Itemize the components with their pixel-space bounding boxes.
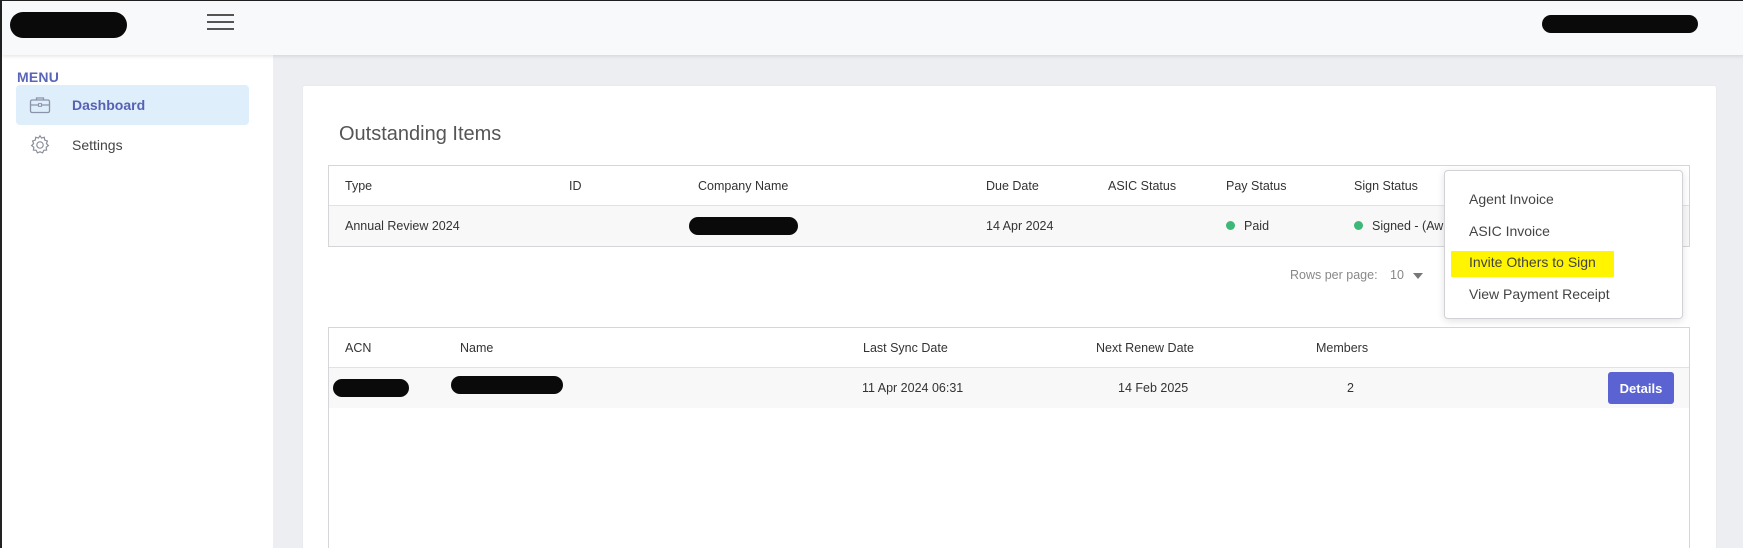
- column-header-company-name[interactable]: Company Name: [698, 179, 788, 193]
- rows-per-page-select[interactable]: 10: [1390, 268, 1404, 282]
- top-bar: [2, 1, 1743, 55]
- column-header-pay-status[interactable]: Pay Status: [1226, 179, 1286, 193]
- paid-status-dot: [1226, 221, 1235, 230]
- sidebar-item-label: Settings: [72, 137, 123, 153]
- row-actions-menu: Agent Invoice ASIC Invoice Invite Others…: [1444, 170, 1683, 319]
- menu-item-agent-invoice[interactable]: Agent Invoice: [1469, 191, 1554, 207]
- column-header-id[interactable]: ID: [569, 179, 582, 193]
- column-header-sign-status[interactable]: Sign Status: [1354, 179, 1418, 193]
- column-header-due-date[interactable]: Due Date: [986, 179, 1039, 193]
- details-button[interactable]: Details: [1608, 372, 1674, 404]
- column-header-acn[interactable]: ACN: [345, 341, 371, 355]
- cell-type: Annual Review 2024: [345, 219, 460, 233]
- sidebar-item-label: Dashboard: [72, 97, 146, 113]
- gear-icon: [28, 134, 52, 155]
- menu-item-asic-invoice[interactable]: ASIC Invoice: [1469, 223, 1550, 239]
- acn-redacted: [333, 379, 409, 397]
- table-header-row: ACN Name Last Sync Date Next Renew Date …: [329, 328, 1689, 368]
- app-window: MENU Dashboard Settings Outstanding Item…: [0, 0, 1743, 548]
- signed-status-dot: [1354, 221, 1363, 230]
- rows-per-page-label: Rows per page:: [1290, 268, 1378, 282]
- cell-next-renew-date: 14 Feb 2025: [1118, 381, 1189, 395]
- sign-status-text: Signed - (Awa: [1372, 219, 1451, 233]
- page-title: Outstanding Items: [339, 123, 502, 145]
- pay-status-text: Paid: [1244, 219, 1270, 233]
- cell-members: 2: [1347, 381, 1354, 395]
- column-header-asic-status[interactable]: ASIC Status: [1108, 179, 1176, 193]
- sidebar: MENU Dashboard Settings: [2, 55, 273, 548]
- menu-item-invite-others-to-sign[interactable]: Invite Others to Sign: [1469, 254, 1596, 270]
- name-redacted: [451, 376, 563, 394]
- hamburger-icon[interactable]: [207, 13, 234, 31]
- column-header-members[interactable]: Members: [1316, 341, 1368, 355]
- chevron-down-icon[interactable]: [1413, 273, 1423, 279]
- column-header-name[interactable]: Name: [460, 341, 493, 355]
- menu-item-view-payment-receipt[interactable]: View Payment Receipt: [1469, 286, 1610, 302]
- sidebar-item-settings[interactable]: Settings: [16, 125, 249, 165]
- cell-pay-status: Paid: [1226, 219, 1269, 233]
- menu-heading: MENU: [17, 69, 60, 85]
- cell-last-sync-date: 11 Apr 2024 06:31: [862, 381, 964, 395]
- cell-sign-status: Signed - (Awa: [1354, 219, 1450, 233]
- company-name-redacted: [689, 217, 798, 235]
- logo-redacted[interactable]: [10, 12, 127, 38]
- cell-due-date: 14 Apr 2024: [986, 219, 1054, 233]
- table-row[interactable]: 11 Apr 2024 06:31 14 Feb 2025 2: [329, 368, 1689, 408]
- column-header-last-sync-date[interactable]: Last Sync Date: [863, 341, 948, 355]
- user-menu-redacted[interactable]: [1542, 15, 1698, 33]
- sidebar-item-dashboard[interactable]: Dashboard: [16, 85, 249, 125]
- briefcase-icon: [28, 95, 52, 115]
- companies-table: ACN Name Last Sync Date Next Renew Date …: [328, 327, 1690, 548]
- column-header-next-renew-date[interactable]: Next Renew Date: [1096, 341, 1194, 355]
- column-header-type[interactable]: Type: [345, 179, 372, 193]
